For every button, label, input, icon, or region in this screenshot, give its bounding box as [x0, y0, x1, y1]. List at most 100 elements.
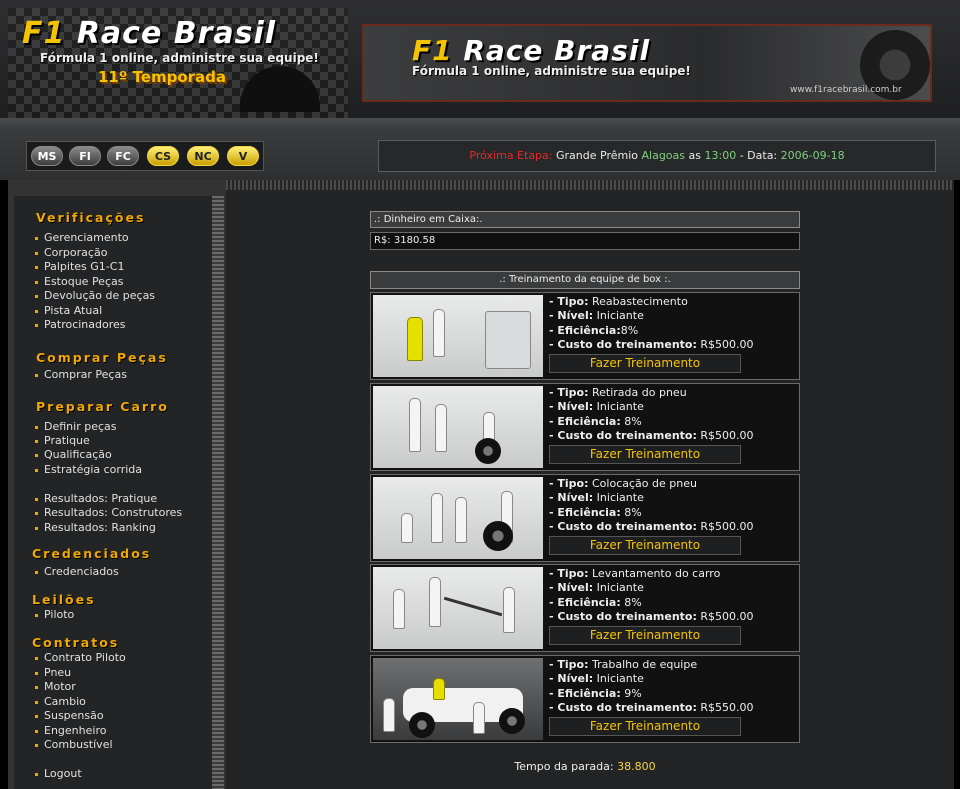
- mechanic-figure: [435, 404, 447, 452]
- menu-item-pista-atual[interactable]: Pista Atual: [34, 304, 102, 317]
- training-cost: R$550.00: [700, 700, 754, 714]
- banner-title: F1 Race Brasil: [412, 34, 651, 67]
- mechanic-figure: [409, 398, 421, 452]
- mechanic-figure: [455, 497, 467, 543]
- mechanic-figure: [431, 493, 443, 543]
- mechanic-figure: [407, 317, 423, 361]
- section-title-preparar-carro: Preparar Carro: [36, 399, 169, 414]
- training-level: Iniciante: [596, 672, 644, 686]
- section-title-verificacoes: Verificações: [36, 210, 146, 225]
- tire-graphic: [483, 521, 513, 551]
- training-efficiency: 8%: [624, 595, 642, 609]
- site-tagline: Fórmula 1 online, administre sua equipe!: [40, 51, 319, 65]
- menu-item-definir-pecas[interactable]: Definir peças: [34, 420, 116, 433]
- training-info: - Tipo: Colocação de pneu - Nível: Inici…: [549, 477, 754, 533]
- train-button[interactable]: Fazer Treinamento: [549, 626, 741, 645]
- train-button[interactable]: Fazer Treinamento: [549, 717, 741, 736]
- menu-item-patrocinadores[interactable]: Patrocinadores: [35, 318, 126, 331]
- pit-stop-value: 38.800: [617, 760, 656, 773]
- training-level: Iniciante: [596, 491, 644, 505]
- pit-stop-time: Tempo da parada: 38.800: [370, 760, 800, 773]
- next-stage-label: Próxima Etapa:: [469, 149, 553, 162]
- menu-item-resultados-ranking[interactable]: Resultados: Ranking: [35, 521, 156, 534]
- sidebar: Verificações Gerenciamento Corporação Pa…: [14, 196, 212, 789]
- training-efficiency: 8%: [624, 414, 642, 428]
- mechanic-figure: [503, 587, 515, 633]
- training-info: - Tipo: Levantamento do carro - Nível: I…: [549, 567, 754, 623]
- menu-item-comprar-pecas[interactable]: Comprar Peças: [35, 368, 127, 381]
- mechanic-figure: [433, 678, 445, 700]
- training-cost: R$500.00: [700, 428, 754, 442]
- training-level: Iniciante: [596, 581, 644, 595]
- training-photo: [373, 567, 543, 649]
- training-card-trabalho-equipe: - Tipo: Trabalho de equipe - Nível: Inic…: [370, 655, 800, 743]
- mechanic-figure: [433, 309, 445, 357]
- menu-item-pneu[interactable]: Pneu: [34, 666, 71, 679]
- training-card-colocacao-pneu: - Tipo: Colocação de pneu - Nível: Inici…: [370, 474, 800, 562]
- nav-button-nc[interactable]: NC: [187, 146, 219, 166]
- race-at: as: [688, 149, 701, 162]
- menu-item-motor[interactable]: Motor: [35, 680, 76, 693]
- cash-panel-title: .: Dinheiro em Caixa:.: [370, 211, 800, 228]
- menu-item-resultados-construtores[interactable]: Resultados: Construtores: [34, 506, 182, 519]
- fuel-rig: [485, 311, 531, 369]
- training-panel-title: .: Treinamento da equipe de box :.: [370, 271, 800, 289]
- training-type: Retirada do pneu: [592, 386, 687, 399]
- menu-item-gerenciamento[interactable]: Gerenciamento: [35, 231, 129, 244]
- training-efficiency: 9%: [624, 686, 642, 700]
- section-title-comprar-pecas: Comprar Peças: [36, 350, 168, 365]
- training-type: Colocação de pneu: [592, 477, 697, 490]
- nav-button-cs[interactable]: CS: [147, 146, 179, 166]
- menu-item-contrato-piloto[interactable]: Contrato Piloto: [35, 651, 126, 664]
- menu-item-suspensao[interactable]: Suspensão: [35, 709, 104, 722]
- menu-item-cambio[interactable]: Cambio: [35, 695, 86, 708]
- race-date-label: - Data:: [739, 149, 778, 162]
- menu-item-credenciados[interactable]: Credenciados: [35, 565, 119, 578]
- menu-item-corporacao[interactable]: Corporação: [34, 246, 107, 259]
- section-title-leiloes: Leilões: [32, 592, 96, 607]
- training-info: - Tipo: Trabalho de equipe - Nível: Inic…: [549, 658, 754, 714]
- main-top-strip: [226, 180, 954, 190]
- cash-value: R$: 3180.58: [370, 232, 800, 250]
- training-type: Levantamento do carro: [592, 567, 721, 580]
- training-cost: R$500.00: [700, 519, 754, 533]
- nav-button-ms[interactable]: MS: [31, 146, 63, 166]
- banner-url: www.f1racebrasil.com.br: [790, 85, 902, 95]
- training-level: Iniciante: [596, 400, 644, 414]
- quick-nav-buttons: MS FI FC CS NC V: [26, 141, 264, 171]
- menu-item-engenheiro[interactable]: Engenheiro: [34, 724, 106, 737]
- train-button[interactable]: Fazer Treinamento: [549, 536, 741, 555]
- mechanic-figure: [383, 698, 395, 732]
- race-date: 2006-09-18: [780, 149, 845, 162]
- jack-graphic: [443, 596, 503, 617]
- menu-item-estrategia-corrida[interactable]: Estratégia corrida: [34, 463, 142, 476]
- training-photo: [373, 295, 543, 377]
- banner-tagline: Fórmula 1 online, administre sua equipe!: [412, 64, 691, 78]
- mechanic-figure: [393, 589, 405, 629]
- nav-button-fi[interactable]: FI: [69, 146, 101, 166]
- train-button[interactable]: Fazer Treinamento: [549, 354, 741, 373]
- menu-item-qualificacao[interactable]: Qualificação: [35, 448, 112, 461]
- menu-item-palpites[interactable]: Palpites G1-C1: [34, 260, 124, 273]
- next-stage-bar: Próxima Etapa: Grande Prêmio Alagoas as …: [378, 140, 936, 172]
- training-photo: [373, 386, 543, 468]
- menu-item-estoque-pecas[interactable]: Estoque Peças: [34, 275, 123, 288]
- menu-item-devolucao-pecas[interactable]: Devolução de peças: [34, 289, 155, 302]
- training-efficiency: 8%: [624, 505, 642, 519]
- training-photo: [373, 477, 543, 559]
- nav-button-v[interactable]: V: [227, 146, 259, 166]
- site-logo[interactable]: F1 Race Brasil: [22, 16, 276, 51]
- menu-item-combustivel[interactable]: Combustível: [35, 738, 113, 751]
- menu-item-resultados-pratique[interactable]: Resultados: Pratique: [34, 492, 157, 505]
- tire-graphic: [409, 712, 435, 738]
- training-card-retirada-pneu: - Tipo: Retirada do pneu - Nível: Inicia…: [370, 383, 800, 471]
- menu-item-pratique[interactable]: Pratique: [35, 434, 90, 447]
- tire-graphic: [475, 438, 501, 464]
- section-title-credenciados: Credenciados: [32, 546, 152, 561]
- sidebar-scroll-rail: [212, 196, 224, 789]
- menu-item-piloto[interactable]: Piloto: [34, 608, 74, 621]
- menu-item-logout[interactable]: Logout: [35, 767, 82, 780]
- training-info: - Tipo: Reabastecimento - Nível: Inician…: [549, 295, 754, 351]
- nav-button-fc[interactable]: FC: [107, 146, 139, 166]
- train-button[interactable]: Fazer Treinamento: [549, 445, 741, 464]
